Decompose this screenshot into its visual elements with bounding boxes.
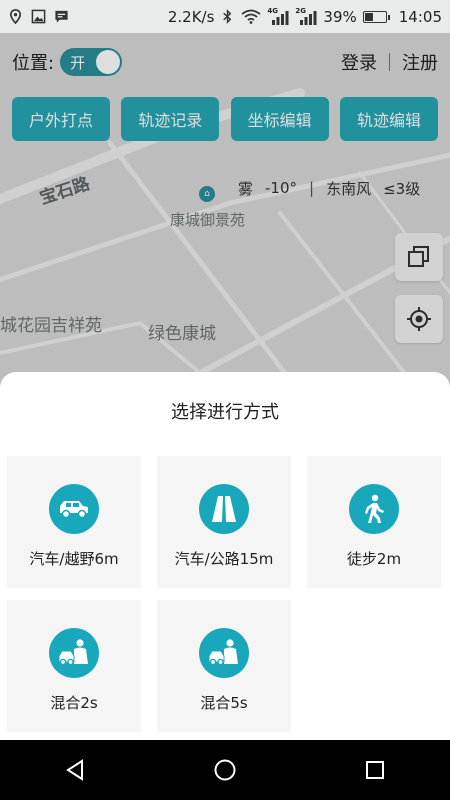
walking-icon <box>365 494 384 523</box>
mode-icon-circle <box>199 628 249 678</box>
wifi-icon <box>241 9 261 24</box>
back-triangle-icon <box>66 759 83 781</box>
mode-option-walking[interactable]: 徒步2m <box>307 456 441 588</box>
message-icon <box>55 10 68 23</box>
recents-button[interactable] <box>355 750 395 790</box>
location-pin-icon <box>9 9 22 24</box>
road-icon <box>212 496 236 522</box>
mode-icon-circle <box>199 484 249 534</box>
travel-mode-sheet: 选择进行方式 汽车/越野6m 汽车/公路15m 徒步2m 混合2s 混合5s <box>0 372 450 740</box>
mode-label: 汽车/越野6m <box>29 550 119 568</box>
mode-label: 汽车/公路15m <box>174 550 274 568</box>
system-nav-bar <box>0 740 450 800</box>
image-icon <box>31 9 46 24</box>
mode-option-suv[interactable]: 汽车/越野6m <box>7 456 141 588</box>
mode-label: 徒步2m <box>346 550 402 568</box>
battery-icon <box>362 10 390 23</box>
signal-2g-icon: 2G <box>295 7 317 25</box>
home-circle-icon <box>214 759 236 781</box>
mixed-icon <box>58 639 88 666</box>
mixed-icon <box>208 639 238 666</box>
sheet-title: 选择进行方式 <box>171 402 279 423</box>
mode-label: 混合2s <box>50 694 98 712</box>
mode-icon-circle <box>49 628 99 678</box>
app-screen: 2.2K/s 4G 2G 39% 14:05 位置: 开 登录 注册 户外打点 … <box>0 0 450 800</box>
recents-square-icon <box>366 761 384 779</box>
battery-percent: 39% <box>323 7 357 26</box>
battery-fill <box>364 12 374 21</box>
status-bar: 2.2K/s 4G 2G 39% 14:05 <box>0 0 450 33</box>
bluetooth-icon <box>223 9 232 24</box>
mode-icon-circle <box>49 484 99 534</box>
mode-option-highway[interactable]: 汽车/公路15m <box>157 456 291 588</box>
home-button[interactable] <box>205 750 245 790</box>
network-speed: 2.2K/s <box>167 7 215 26</box>
mode-option-mixed-2s[interactable]: 混合2s <box>7 600 141 732</box>
mode-icon-circle <box>349 484 399 534</box>
mode-label: 混合5s <box>200 694 248 712</box>
back-button[interactable] <box>55 750 95 790</box>
suv-icon <box>60 501 88 519</box>
clock: 14:05 <box>398 7 442 26</box>
mode-option-mixed-5s[interactable]: 混合5s <box>157 600 291 732</box>
signal-4g-icon: 4G <box>267 7 289 25</box>
